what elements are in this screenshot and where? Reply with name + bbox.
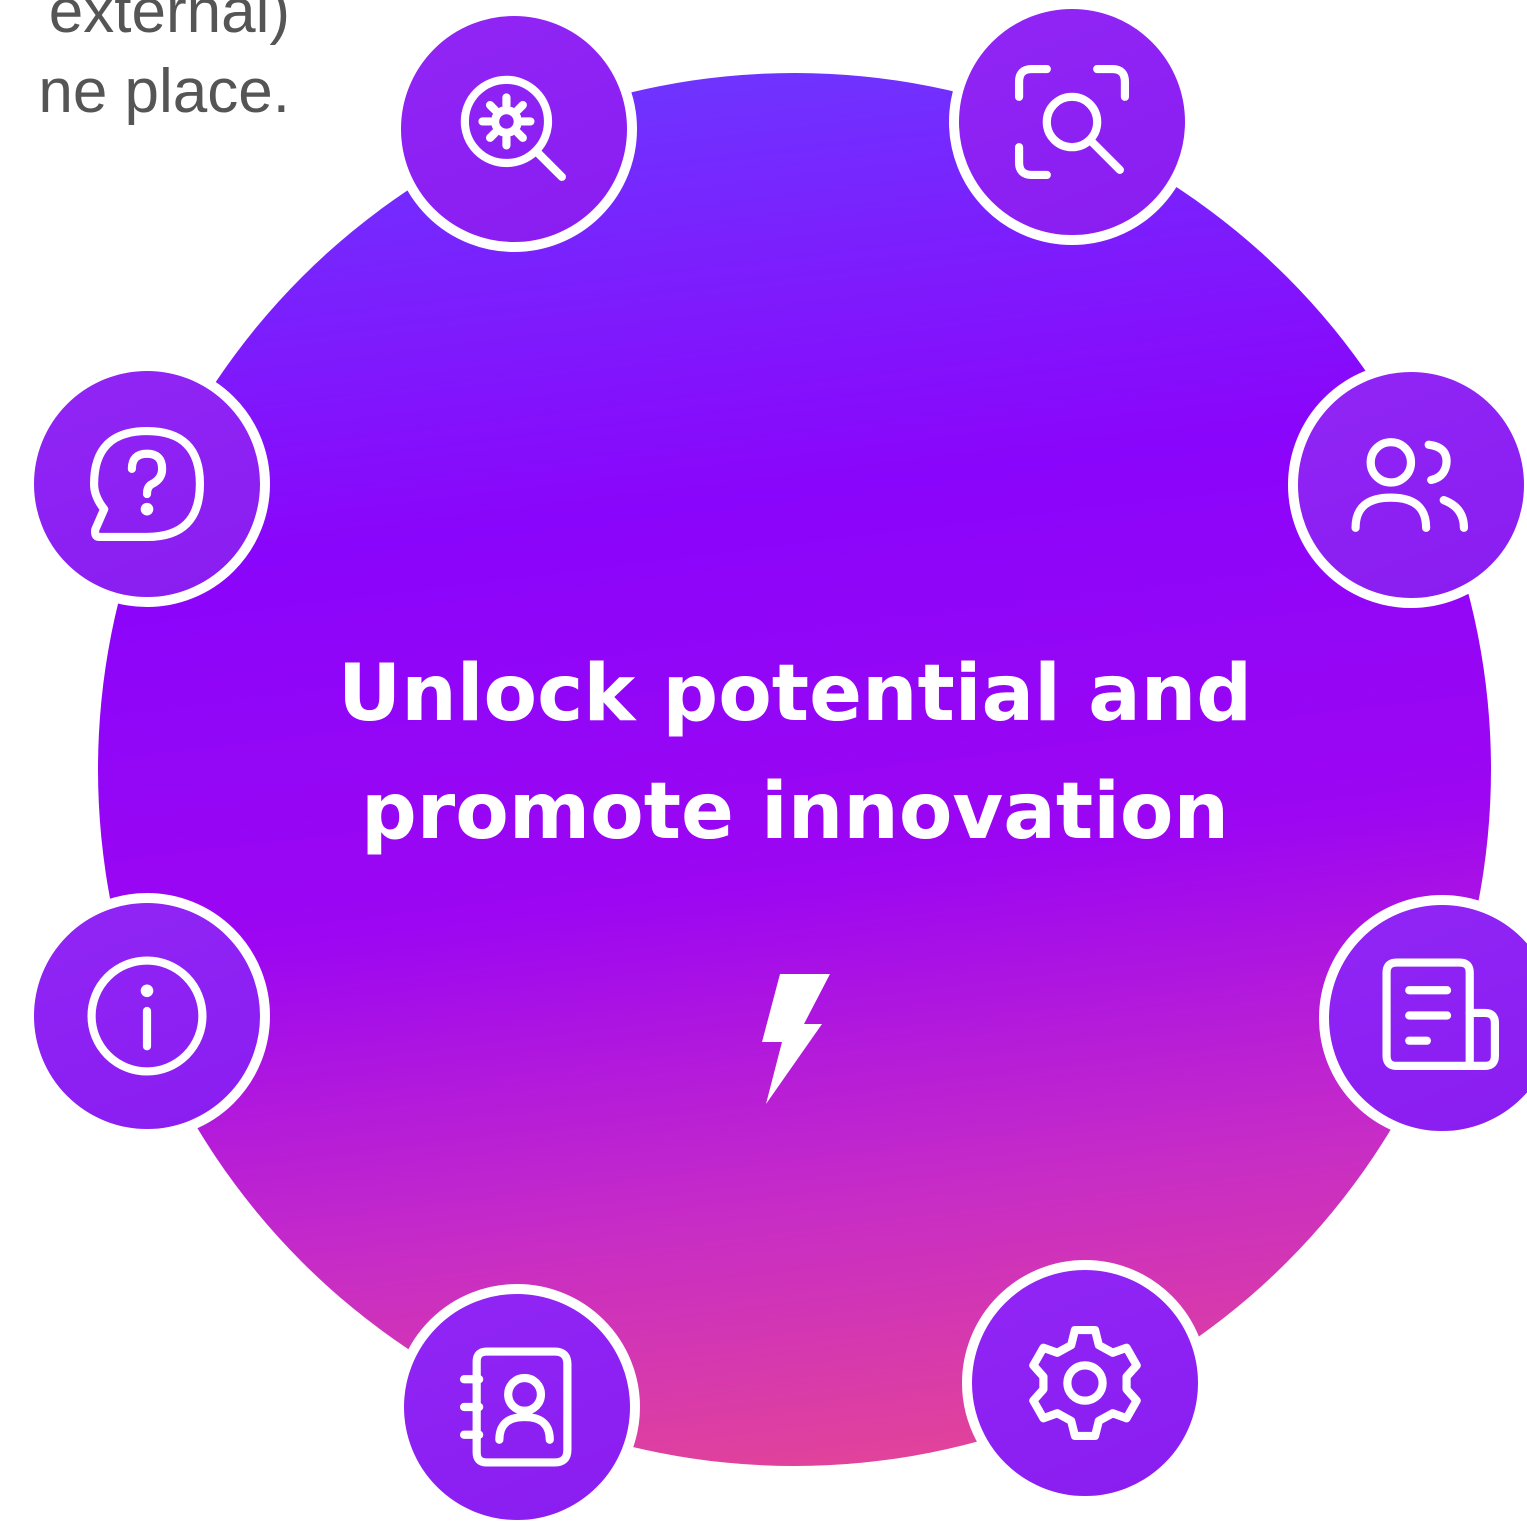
settings-gear-icon [1029,1325,1141,1441]
corner-text: external) ne place. [0,0,290,132]
node-users[interactable] [1288,362,1527,608]
node-settings-gear[interactable] [962,1260,1208,1506]
node-contact-book[interactable] [394,1284,640,1530]
headline-line-2: promote innovation [360,767,1230,857]
corner-text-line-2: ne place. [38,57,290,126]
node-info[interactable] [24,893,270,1139]
contact-book-icon [459,1347,572,1467]
headline: Unlock potential and promote innovation [250,635,1340,871]
node-help-chat[interactable] [24,361,270,607]
headline-line-1: Unlock potential and [337,649,1253,739]
node-scan-search[interactable] [949,0,1195,245]
document-icon [1382,958,1500,1070]
search-settings-icon [460,75,566,181]
corner-text-line-1: external) [48,0,290,46]
node-search-settings[interactable] [391,6,637,252]
info-icon [87,956,207,1076]
help-chat-icon [89,426,205,542]
lightning-bolt-icon [762,974,830,1104]
scan-search-icon [1014,64,1130,180]
users-icon [1351,438,1469,532]
